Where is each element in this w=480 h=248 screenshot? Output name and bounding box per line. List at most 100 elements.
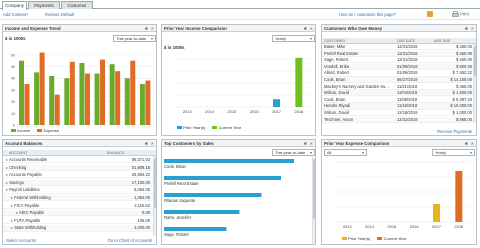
chart-legend: Income Expense [11,128,59,133]
table-row[interactable]: ▸ Payroll Liabilities 5,464.00 [3,187,156,194]
close-icon[interactable]: ✕ [310,140,313,147]
panel-title: Top Customers by Sales [164,141,214,146]
bar-income [124,78,130,125]
gear-icon[interactable]: ✱ [304,25,307,32]
period-select[interactable]: Yearly ▾ [272,35,315,42]
x-tick-label: 2015 [227,109,237,114]
account-balance: 1,364.00 [134,195,150,200]
table-row[interactable]: Baker, Mike 12/31/2018 $ 260.00 [322,44,476,51]
close-icon[interactable]: ✕ [471,140,474,147]
bar-income [64,78,70,125]
close-icon[interactable]: ✕ [471,25,474,32]
restore-default-link[interactable]: Restore Default [45,12,74,17]
account-label: Accounts Payable [8,172,42,178]
print-button[interactable]: Print [452,11,469,18]
amount-due: $ 1,000.00 [452,110,472,115]
table-row[interactable]: ▸ Federal Withholding 1,364.00 [3,195,156,202]
amount-due: $ 260.00 [456,44,472,49]
tab-customer[interactable]: Customer [61,1,93,9]
scrollbar[interactable] [153,156,156,236]
bar-expense [145,80,151,125]
y-tick-label: 60 [11,53,15,57]
table-row[interactable]: ▸ AEIC Payable 0.00 [3,210,156,217]
table-row[interactable]: Hendro Riyadi 11/18/2018 $ 10,000.00 [322,103,476,110]
customize-help-link[interactable]: How do I customize this page? [339,12,396,17]
chevron-down-icon: ▾ [309,150,312,155]
select-accounts-link[interactable]: Select Accounts [6,238,36,243]
period-select[interactable]: Yearly ▾ [432,149,475,156]
chevron-down-icon: ▾ [469,150,472,155]
gear-icon[interactable]: ✱ [145,140,148,147]
customer-name: Cook, Brian [324,96,346,102]
bar-expense [84,73,90,125]
bar-expense [130,60,136,125]
table-row[interactable]: Teschner, Anton 12/31/2018 $ 565.00 [322,116,476,123]
y-tick-label: 0 [13,124,15,128]
chart-of-accounts-link[interactable]: Go to Chart of Accounts [108,237,152,244]
scrollbar[interactable] [473,44,476,123]
add-content-link[interactable]: Add Content+ [3,12,29,17]
table-row[interactable]: ▸ Accounts Payable 26,904.22 [3,172,156,179]
table-row[interactable]: ▸ FUTA Payable 106.00 [3,218,156,225]
amount-due: $ 565.00 [456,116,472,122]
amount-due: $ 1,500.00 [452,90,472,96]
table-row[interactable]: Prefell Real Estate 12/31/2018 $ 260.00 [322,50,476,57]
table-row[interactable]: ▸ Savings 17,100.00 [3,179,156,187]
period-select[interactable]: This year-to-date ▾ [113,35,156,42]
account-name: ▸ Accounts Receivable [6,157,47,163]
table-row[interactable]: Cook, Brian 11/08/2018 $ 9,387.33 [322,96,476,104]
table-row[interactable]: Sage, Robert 12/31/2018 $ 260.00 [322,57,476,64]
y-tick-label: 50 [11,65,15,69]
table-row[interactable]: Wilson, David 12/18/2018 $ 1,000.00 [322,110,476,117]
customer-label: Sage, Robert [164,232,190,237]
account-name: ▸ Savings [6,180,24,186]
table-row[interactable]: ▸ Accounts Receivable 86,371.03 [3,157,156,164]
help-icon[interactable] [427,11,433,17]
close-icon[interactable]: ✕ [151,140,154,147]
gear-icon[interactable]: ✱ [465,140,468,147]
due-date: 12/31/2018 [397,50,418,56]
due-date: 11/08/2018 [397,96,418,102]
table-row[interactable]: Allard, Robert 01/09/2018 $ 7,452.22 [322,70,476,77]
column-header[interactable]: BALANCE [107,150,124,156]
gear-icon[interactable]: ✱ [145,25,148,32]
close-icon[interactable]: ✕ [310,25,313,32]
tab-company[interactable]: Company [2,1,27,10]
table-row[interactable]: ▸ Checking 01,909.18 [3,164,156,171]
account-balances-panel: Account Balances ✱ ✕ ACCOUNT BALANCE ▸ A… [2,139,157,245]
scrollbar[interactable] [312,157,315,244]
table-row[interactable]: Wilson, David 11/04/2018 $ 1,500.00 [322,90,476,97]
legend-swatch-prior [177,126,182,129]
gear-icon[interactable]: ✱ [304,140,307,147]
gear-icon[interactable]: ✱ [465,25,468,32]
panel-title: Account Balances [5,141,43,146]
filter-select[interactable]: All ▾ [324,149,367,156]
bar-customer-sales [164,159,294,163]
customer-name: Wilson, David [324,110,350,115]
prior-expense-chart: 2013 2014 2015 2016 2017 2018 [336,161,470,229]
period-select[interactable]: This year-to-date ▾ [272,149,315,156]
amount-due: $ 14,150.00 [450,77,472,82]
customer-name: Baker, Mike [324,44,346,49]
receive-payments-link[interactable]: Receive Payments [437,129,472,134]
x-tick-label: 2016 [410,224,420,229]
chart-legend: Prior Year(s) Current Year [342,236,406,241]
bar-current-year [295,57,303,107]
table-row[interactable]: Cook, Brian 06/27/2018 $ 14,150.00 [322,77,476,84]
panel-title: Prior Year Income Comparison [164,26,227,31]
tab-payments[interactable]: Payments [28,1,60,9]
top-customers-panel: Top Customers by Sales ✱ ✕ This year-to-… [161,139,316,245]
table-row[interactable]: Mackey's Nursery and Garden Su... 11/21/2… [322,84,476,90]
account-balance: 0.00 [142,210,150,216]
table-row[interactable]: ▸ State Withholding 1,000.00 [3,225,156,232]
due-date: 01/09/2018 [397,70,418,76]
account-balance: 01,909.18 [131,164,150,170]
close-icon[interactable]: ✕ [151,25,154,32]
table-row[interactable]: Vondell, Erika 01/09/2018 $ 500.00 [322,63,476,71]
amount-due: $ 10,000.00 [450,103,472,109]
account-label: Federal Withholding [14,195,51,200]
axis-label: $ in 1000s [5,36,26,41]
column-header[interactable]: ACCOUNT [9,150,27,156]
amount-due: $ 360.00 [456,83,472,89]
table-row[interactable]: ▸ FICA Payable 2,110.62 [3,203,156,209]
